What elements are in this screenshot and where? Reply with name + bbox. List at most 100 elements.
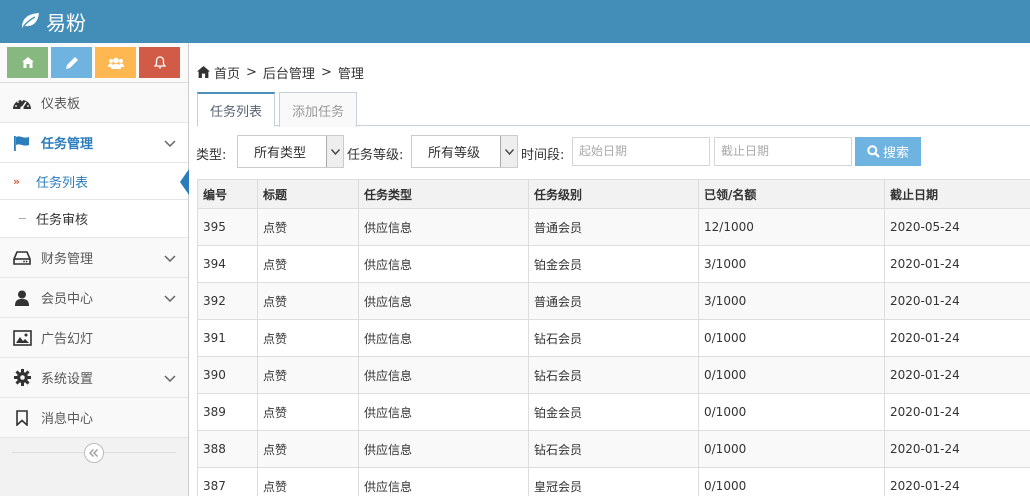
tab-add-task[interactable]: 添加任务 <box>279 92 358 127</box>
breadcrumb-separator: > <box>320 64 332 80</box>
cell-claimed-quota: 3/1000 <box>698 245 885 283</box>
cell-title: 点赞 <box>257 245 359 283</box>
sidebar-item-ad-slides[interactable]: 广告幻灯 <box>0 318 188 358</box>
chevron-down-icon <box>326 136 343 167</box>
sidebar-item-label: 系统设置 <box>41 372 94 387</box>
user-icon <box>12 288 32 308</box>
filter-bar: 类型: 所有类型 任务等级: 所有等级 时间段: 起始日期 截止日期 搜索 <box>189 135 1030 171</box>
cell-id: 388 <box>197 430 258 468</box>
cell-deadline: 2020-01-24 <box>884 393 1030 431</box>
cell-deadline: 2020-01-24 <box>884 430 1030 468</box>
cell-task-level: 普通会员 <box>528 208 699 246</box>
cell-task-type: 供应信息 <box>358 430 529 468</box>
home-shortcut-button[interactable] <box>7 47 48 78</box>
brand[interactable]: 易粉 <box>20 6 86 36</box>
table-row[interactable]: 394 点赞 供应信息 铂金会员 3/1000 2020-01-24 <box>197 245 1030 283</box>
dashboard-icon <box>12 93 32 113</box>
breadcrumb-home-link[interactable]: 首页 <box>214 63 240 82</box>
table-row[interactable]: 388 点赞 供应信息 钻石会员 0/1000 2020-01-24 <box>197 430 1030 468</box>
cell-task-type: 供应信息 <box>358 319 529 357</box>
table-row[interactable]: 390 点赞 供应信息 钻石会员 0/1000 2020-01-24 <box>197 356 1030 394</box>
double-angle-right-icon: » <box>13 174 21 188</box>
sidebar-item-member-center[interactable]: 会员中心 <box>0 278 188 318</box>
users-shortcut-button[interactable] <box>95 47 136 78</box>
cell-deadline: 2020-01-24 <box>884 319 1030 357</box>
cell-claimed-quota: 0/1000 <box>698 430 885 468</box>
cell-title: 点赞 <box>257 356 359 394</box>
bell-icon <box>153 56 166 69</box>
table-row[interactable]: 392 点赞 供应信息 普通会员 3/1000 2020-01-24 <box>197 282 1030 320</box>
cell-title: 点赞 <box>257 430 359 468</box>
search-button[interactable]: 搜索 <box>855 137 921 166</box>
tab-bar: 任务列表 添加任务 <box>197 92 1030 127</box>
cell-claimed-quota: 0/1000 <box>698 356 885 394</box>
type-select[interactable]: 所有类型 <box>237 135 344 168</box>
table-row[interactable]: 391 点赞 供应信息 钻石会员 0/1000 2020-01-24 <box>197 319 1030 357</box>
search-button-label: 搜索 <box>882 145 909 160</box>
cell-task-level: 钻石会员 <box>528 319 699 357</box>
column-header-task-level[interactable]: 任务级别 <box>528 179 699 209</box>
cell-id: 391 <box>197 319 258 357</box>
sidebar-item-message-center[interactable]: 消息中心 <box>0 398 188 438</box>
level-filter-label: 任务等级: <box>347 148 404 163</box>
breadcrumb-separator: > <box>246 64 257 80</box>
sidebar-subitem-label: 任务列表 <box>36 175 89 191</box>
sidebar-item-label: 财务管理 <box>41 252 94 267</box>
notification-shortcut-button[interactable] <box>139 47 180 78</box>
cell-task-type: 供应信息 <box>358 282 529 320</box>
sidebar-subitem-task-list[interactable]: » 任务列表 <box>0 163 189 200</box>
cell-task-level: 普通会员 <box>528 282 699 320</box>
start-date-input[interactable]: 起始日期 <box>572 137 710 166</box>
period-filter-label: 时间段: <box>521 148 565 163</box>
breadcrumb-current: 管理 <box>337 66 364 82</box>
brand-name: 易粉 <box>46 10 86 35</box>
cell-task-type: 供应信息 <box>358 208 529 246</box>
main-content: 首页 > 后台管理 > 管理 任务列表 添加任务 类型: 所有类型 任务等级: … <box>189 43 1030 496</box>
leaf-icon <box>22 13 39 28</box>
cell-title: 点赞 <box>257 319 359 357</box>
sidebar-item-system-settings[interactable]: 系统设置 <box>0 358 188 398</box>
sidebar-item-label: 广告幻灯 <box>41 332 94 347</box>
sidebar-item-label: 消息中心 <box>41 412 94 427</box>
cell-deadline: 2020-01-24 <box>884 245 1030 283</box>
tab-task-list[interactable]: 任务列表 <box>197 92 276 127</box>
column-header-deadline[interactable]: 截止日期 <box>884 179 1030 209</box>
tree-line <box>19 218 26 219</box>
column-header-claimed-quota[interactable]: 已领/名额 <box>698 179 885 209</box>
chevron-down-icon <box>164 291 176 306</box>
cell-id: 392 <box>197 282 258 320</box>
column-header-id[interactable]: 编号 <box>197 179 258 209</box>
users-icon <box>107 57 124 69</box>
cell-task-level: 皇冠会员 <box>528 467 699 496</box>
sidebar-item-label: 仪表板 <box>41 97 81 112</box>
edit-shortcut-button[interactable] <box>51 47 92 78</box>
level-select[interactable]: 所有等级 <box>411 135 518 168</box>
table-row[interactable]: 387 点赞 供应信息 皇冠会员 0/1000 2020-01-24 <box>197 467 1030 496</box>
sidebar-subitem-label: 任务审核 <box>36 213 89 228</box>
home-icon <box>21 57 34 68</box>
sidebar: 仪表板 任务管理 » 任务列表 任务审核 财务管理 会员中心 广告幻灯 系统设置… <box>0 43 189 496</box>
task-table: 编号 标题 任务类型 任务级别 已领/名额 截止日期 395 点赞 供应信息 普… <box>197 179 1030 496</box>
cell-claimed-quota: 0/1000 <box>698 467 885 496</box>
end-date-input[interactable]: 截止日期 <box>714 137 852 166</box>
sidebar-item-task-management[interactable]: 任务管理 <box>0 123 188 163</box>
breadcrumb-admin-link[interactable]: 后台管理 <box>263 63 315 82</box>
cell-task-type: 供应信息 <box>358 356 529 394</box>
chevron-down-icon <box>164 371 176 386</box>
table-row[interactable]: 389 点赞 供应信息 铂金会员 0/1000 2020-01-24 <box>197 393 1030 431</box>
type-filter-label: 类型: <box>196 148 227 163</box>
table-row[interactable]: 395 点赞 供应信息 普通会员 12/1000 2020-05-24 <box>197 208 1030 246</box>
column-header-task-type[interactable]: 任务类型 <box>358 179 529 209</box>
column-header-title[interactable]: 标题 <box>257 179 359 209</box>
sidebar-collapse-button[interactable] <box>84 443 104 463</box>
cell-task-level: 钻石会员 <box>528 430 699 468</box>
search-icon <box>867 145 880 158</box>
cell-title: 点赞 <box>257 467 359 496</box>
sidebar-item-finance[interactable]: 财务管理 <box>0 238 188 278</box>
sidebar-item-dashboard[interactable]: 仪表板 <box>0 83 188 123</box>
sidebar-subitem-task-review[interactable]: 任务审核 <box>0 200 188 237</box>
cell-deadline: 2020-01-24 <box>884 467 1030 496</box>
cell-id: 395 <box>197 208 258 246</box>
cell-claimed-quota: 0/1000 <box>698 319 885 357</box>
picture-icon <box>12 328 32 348</box>
